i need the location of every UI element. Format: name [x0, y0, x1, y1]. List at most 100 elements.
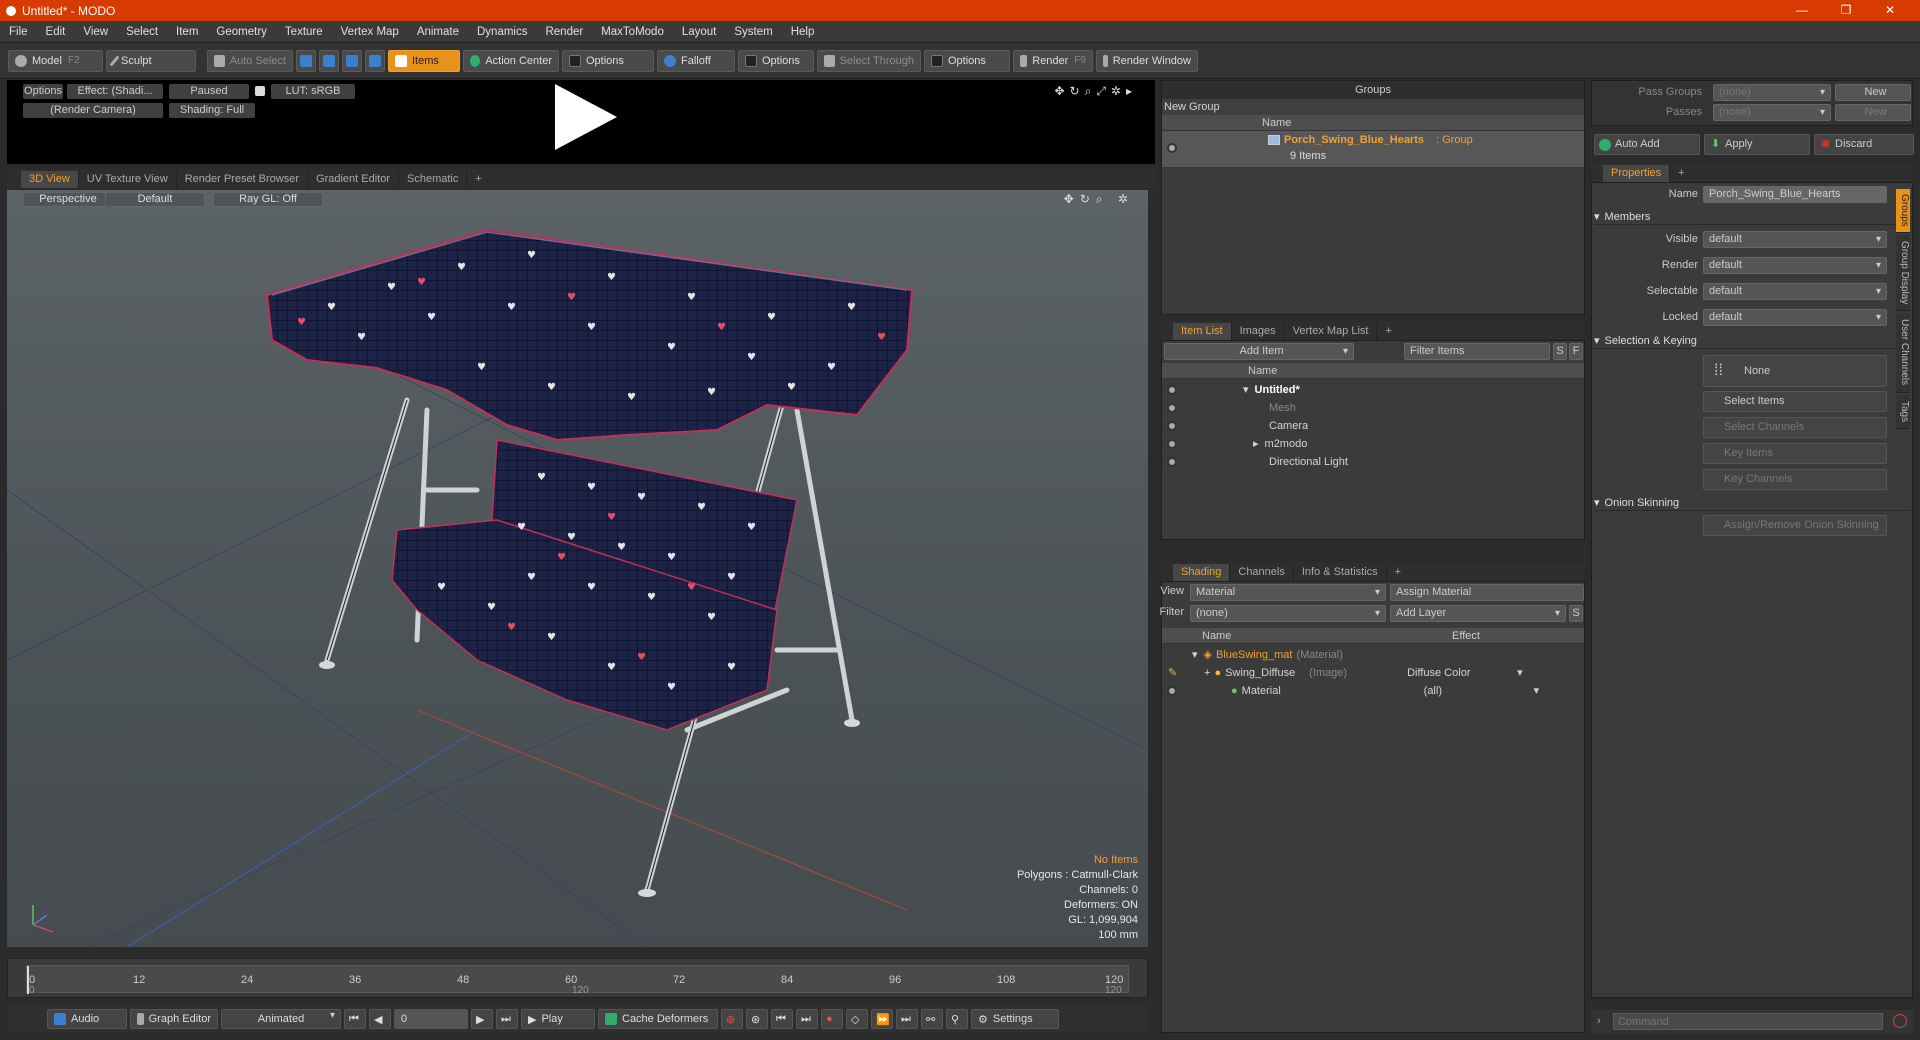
- expand-icon[interactable]: ▾: [1243, 381, 1249, 399]
- selection-keying-section[interactable]: ▾ Selection & Keying: [1594, 333, 1910, 349]
- key-channels-button[interactable]: Key Channels: [1703, 469, 1887, 490]
- eye-icon[interactable]: [1167, 385, 1177, 395]
- action-center-button[interactable]: Action Center: [463, 49, 559, 72]
- cache-deformers-button[interactable]: Cache Deformers: [598, 1009, 718, 1029]
- delete-key-icon[interactable]: ◇: [846, 1009, 868, 1029]
- key-range-end-icon[interactable]: ⏭: [896, 1009, 918, 1029]
- close-icon[interactable]: ✕: [1868, 0, 1912, 21]
- effect-dropdown-icon[interactable]: ▾: [1534, 682, 1540, 700]
- selectable-dropdown[interactable]: default: [1703, 283, 1887, 300]
- play-button[interactable]: ▶ Play: [521, 1009, 595, 1029]
- auto-key-icon[interactable]: ⊛: [746, 1009, 768, 1029]
- group-row[interactable]: Porch_Swing_Blue_Hearts : Group 9 Items: [1162, 131, 1584, 167]
- list-item[interactable]: Camera: [1162, 417, 1584, 435]
- next-key-icon[interactable]: ⏭: [796, 1009, 818, 1029]
- discard-button[interactable]: ⊗ Discard: [1814, 134, 1914, 155]
- render-button[interactable]: Render F9: [1013, 49, 1093, 72]
- frame-input[interactable]: 0: [394, 1009, 468, 1029]
- members-section[interactable]: ▾ Members: [1594, 209, 1910, 225]
- step-forward-icon[interactable]: ▶: [471, 1009, 493, 1029]
- new-pass-group-button[interactable]: New: [1835, 84, 1911, 101]
- expand-icon[interactable]: ▸: [1253, 435, 1259, 453]
- add-tab-button[interactable]: +: [1387, 564, 1409, 581]
- render-dropdown[interactable]: default: [1703, 257, 1887, 274]
- auto-add-button[interactable]: Auto Add: [1594, 134, 1700, 155]
- vertex-select-button[interactable]: [296, 49, 316, 72]
- effect-dropdown[interactable]: Effect: (Shadi...: [67, 84, 163, 99]
- locked-dropdown[interactable]: default: [1703, 309, 1887, 326]
- tab-properties[interactable]: Properties: [1603, 165, 1671, 182]
- add-tab-button[interactable]: +: [467, 171, 489, 188]
- list-item[interactable]: ▾ Untitled*: [1162, 381, 1584, 399]
- menu-edit[interactable]: Edit: [37, 21, 75, 43]
- menu-file[interactable]: File: [0, 21, 37, 43]
- channel-icon[interactable]: ⚲: [946, 1009, 968, 1029]
- select-items-button[interactable]: Select Items: [1703, 391, 1887, 412]
- menu-select[interactable]: Select: [117, 21, 167, 43]
- items-mode-button[interactable]: Items: [388, 49, 460, 72]
- settings-button[interactable]: ⚙ Settings: [971, 1009, 1059, 1029]
- porch-swing-model[interactable]: ♥♥♥♥♥♥♥♥ ♥♥♥♥♥♥♥ ♥♥♥ ♥ ♥ ♥♥♥♥♥ ♥♥♥♥♥ ♥♥♥♥ …: [7, 190, 1148, 947]
- tab-gradient-editor[interactable]: Gradient Editor: [308, 171, 399, 188]
- menu-maxtomodo[interactable]: MaxToModo: [592, 21, 673, 43]
- new-group-button[interactable]: New Group: [1162, 99, 1584, 115]
- menu-help[interactable]: Help: [782, 21, 824, 43]
- link-icon[interactable]: ⚯: [921, 1009, 943, 1029]
- list-item[interactable]: Directional Light: [1162, 453, 1584, 471]
- go-end-icon[interactable]: ⏭: [496, 1009, 518, 1029]
- paused-button[interactable]: Paused: [169, 84, 249, 99]
- preview-tool-icons[interactable]: ✥↻⌕⤢✲▸: [1054, 84, 1137, 99]
- menu-system[interactable]: System: [725, 21, 781, 43]
- tab-images[interactable]: Images: [1232, 323, 1285, 340]
- key-range-icon[interactable]: ⏩: [871, 1009, 893, 1029]
- animated-dropdown[interactable]: Animated: [221, 1009, 341, 1029]
- select-channels-button[interactable]: Select Channels: [1703, 417, 1887, 438]
- filter-f-button[interactable]: F: [1569, 343, 1583, 360]
- expand-icon[interactable]: +: [1204, 664, 1210, 682]
- eye-icon[interactable]: [1167, 421, 1177, 431]
- lut-dropdown[interactable]: LUT: sRGB: [271, 84, 355, 99]
- tab-channels[interactable]: Channels: [1230, 564, 1294, 581]
- tab-render-preset-browser[interactable]: Render Preset Browser: [177, 171, 309, 188]
- passes-dropdown[interactable]: (none): [1713, 104, 1831, 121]
- filter-items-input[interactable]: Filter Items: [1404, 343, 1550, 360]
- new-pass-button[interactable]: New: [1835, 104, 1911, 121]
- graph-editor-button[interactable]: Graph Editor: [130, 1009, 218, 1029]
- menu-texture[interactable]: Texture: [276, 21, 332, 43]
- side-tab-tags[interactable]: Tags: [1896, 395, 1910, 429]
- step-back-icon[interactable]: ◀: [369, 1009, 391, 1029]
- menu-geometry[interactable]: Geometry: [207, 21, 276, 43]
- falloff-options-button[interactable]: Options: [738, 49, 814, 72]
- tab-shading[interactable]: Shading: [1173, 564, 1231, 581]
- minimize-icon[interactable]: —: [1780, 0, 1824, 21]
- shader-row[interactable]: ▾ ◈ BlueSwing_mat (Material): [1162, 646, 1584, 664]
- shading-s-button[interactable]: S: [1569, 605, 1583, 622]
- tab-vertex-map-list[interactable]: Vertex Map List: [1285, 323, 1378, 340]
- view-dropdown[interactable]: Material: [1190, 584, 1386, 601]
- list-item[interactable]: Mesh: [1162, 399, 1584, 417]
- onion-skinning-section[interactable]: ▾ Onion Skinning: [1594, 495, 1910, 511]
- lock-icon[interactable]: [255, 86, 265, 96]
- side-tab-user-channels[interactable]: User Channels: [1896, 313, 1910, 393]
- key-icon[interactable]: ●: [821, 1009, 843, 1029]
- add-layer-dropdown[interactable]: Add Layer: [1390, 605, 1566, 622]
- auto-select-button[interactable]: Auto Select: [207, 49, 293, 72]
- play-icon[interactable]: [555, 84, 617, 150]
- command-history-icon[interactable]: [1893, 1014, 1907, 1028]
- visible-dropdown[interactable]: default: [1703, 231, 1887, 248]
- menu-vertex-map[interactable]: Vertex Map: [332, 21, 408, 43]
- shader-row[interactable]: ✎ + ● Swing_Diffuse (Image) Diffuse Color ▾: [1162, 664, 1584, 682]
- add-tab-button[interactable]: +: [1670, 165, 1692, 182]
- side-tab-groups[interactable]: Groups: [1896, 189, 1910, 233]
- apply-button[interactable]: ⬇ Apply: [1704, 134, 1810, 155]
- falloff-button[interactable]: Falloff: [657, 49, 735, 72]
- material-select-button[interactable]: [365, 49, 385, 72]
- assign-material-button[interactable]: Assign Material: [1390, 584, 1584, 601]
- group-name-input[interactable]: Porch_Swing_Blue_Hearts: [1703, 186, 1887, 203]
- select-through-options-button[interactable]: Options: [924, 49, 1010, 72]
- brush-icon[interactable]: ✎: [1168, 664, 1204, 682]
- eye-icon[interactable]: [1167, 457, 1177, 467]
- menu-animate[interactable]: Animate: [408, 21, 468, 43]
- maximize-icon[interactable]: ❐: [1824, 0, 1868, 21]
- eye-icon[interactable]: [1167, 686, 1177, 696]
